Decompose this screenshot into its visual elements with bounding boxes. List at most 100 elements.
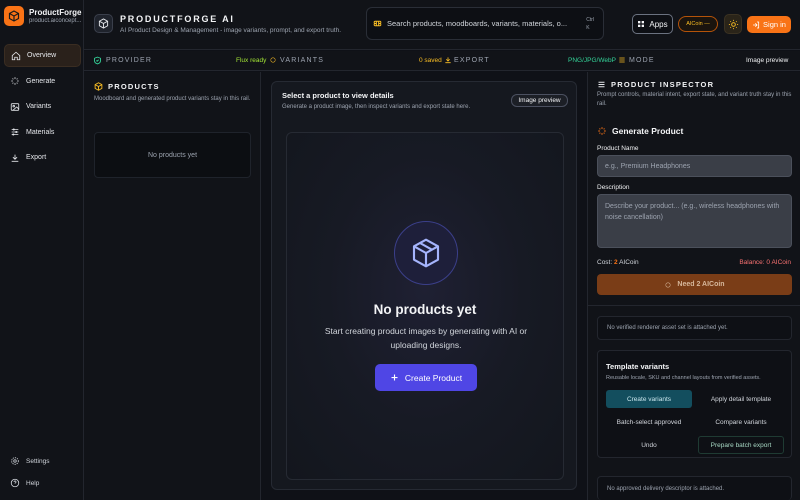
box-icon xyxy=(394,221,458,285)
status-provider-value: Flux ready xyxy=(236,57,267,64)
sliders-icon xyxy=(11,128,19,136)
logo-icon xyxy=(4,6,24,26)
shield-check-icon xyxy=(94,56,101,65)
prepare-batch-export-button[interactable]: Prepare batch export xyxy=(698,436,784,454)
download-icon xyxy=(445,57,451,64)
sliders-icon xyxy=(598,81,605,88)
header: PRODUCTFORGE AI AI Product Design & Mana… xyxy=(84,0,800,50)
sidebar-item-variants[interactable]: Variants xyxy=(4,95,81,118)
template-variants-title: Template variants xyxy=(606,362,670,371)
sidebar-item-overview[interactable]: Overview xyxy=(4,44,81,67)
grid-icon xyxy=(638,21,645,27)
cost-suffix: AICoin xyxy=(619,259,639,266)
theme-toggle-button[interactable] xyxy=(724,14,742,34)
description-label: Description xyxy=(597,184,630,191)
sidebar-item-label: Help xyxy=(26,479,40,487)
product-name-label: Product Name xyxy=(597,145,639,152)
inspector-heading: PRODUCT INSPECTOR xyxy=(597,80,714,89)
status-bar: PROVIDER Flux ready VARIANTS 0 saved EXP… xyxy=(84,51,800,71)
empty-state-description: Start creating product images by generat… xyxy=(324,326,528,350)
sign-in-label: Sign in xyxy=(763,20,786,29)
products-empty-state: No products yet xyxy=(94,132,251,178)
sidebar-item-generate[interactable]: Generate xyxy=(4,70,81,93)
brand-name: ProductForge xyxy=(29,8,82,17)
sidebar-item-label: Settings xyxy=(26,457,50,465)
shortcut-hint: Ctrl K xyxy=(586,16,594,32)
status-mode-value: Image preview xyxy=(746,57,789,64)
app-title: PRODUCTFORGE AI xyxy=(120,14,235,24)
sidebar-nav: Overview Generate Variants Materials Exp… xyxy=(4,44,81,172)
search-input[interactable]: Search products, moodboards, variants, m… xyxy=(366,7,604,40)
sidebar-item-label: Generate xyxy=(26,77,56,85)
products-title: PRODUCTS xyxy=(108,82,160,91)
detail-title: Select a product to view details xyxy=(282,91,394,100)
products-panel: PRODUCTS Moodboard and generated product… xyxy=(84,72,261,500)
box-icon xyxy=(94,82,103,91)
sign-in-button[interactable]: Sign in xyxy=(747,16,791,33)
apply-detail-template-button[interactable]: Apply detail template xyxy=(698,390,784,408)
products-description: Moodboard and generated product variants… xyxy=(94,96,251,102)
aicoin-balance-pill[interactable]: AICoin — xyxy=(678,16,718,32)
shortcut-key-k: K xyxy=(586,25,590,31)
sidebar-bottom: Settings Help xyxy=(4,452,81,496)
status-export-value: PNG/JPG/WebP xyxy=(568,57,616,64)
create-product-button[interactable]: Create Product xyxy=(375,364,477,391)
status-export-key: EXPORT xyxy=(454,57,490,64)
create-variants-button[interactable]: Create variants xyxy=(606,390,692,408)
sidebar-item-export[interactable]: Export xyxy=(4,146,81,169)
product-name-field[interactable]: e.g., Premium Headphones xyxy=(597,155,792,177)
sparkles-icon xyxy=(665,281,672,288)
renderer-asset-note: No verified renderer asset set is attach… xyxy=(597,316,792,340)
generate-product-heading: Generate Product xyxy=(597,126,683,136)
apps-label: Apps xyxy=(649,19,668,29)
shortcut-key-ctrl: Ctrl xyxy=(586,17,594,23)
template-variants-subtitle: Reusable locale, SKU and channel layouts… xyxy=(606,375,761,381)
app-subtitle: AI Product Design & Management - image v… xyxy=(120,27,342,34)
cost-value: 2 xyxy=(613,259,618,266)
need-aicoin-label: Need 2 AICoin xyxy=(677,281,725,288)
template-variants-card: Template variants Reusable locale, SKU a… xyxy=(597,350,792,458)
sparkles-icon xyxy=(270,57,276,63)
generate-product-title: Generate Product xyxy=(612,126,684,136)
cost-prefix: Cost: xyxy=(597,259,613,266)
gear-icon xyxy=(11,457,19,465)
sliders-icon xyxy=(619,57,625,63)
apps-button[interactable]: Apps xyxy=(632,14,673,34)
help-icon xyxy=(10,478,20,488)
delivery-descriptor-note: No approved delivery descriptor is attac… xyxy=(597,476,792,500)
command-icon xyxy=(373,20,382,27)
sidebar-item-label: Overview xyxy=(27,52,57,59)
image-preview-button[interactable]: Image preview xyxy=(511,94,568,107)
sidebar-item-label: Variants xyxy=(26,103,52,110)
empty-state-title: No products yet xyxy=(373,302,477,317)
batch-select-approved-button[interactable]: Batch-select approved xyxy=(606,413,692,431)
box-icon xyxy=(94,14,113,33)
sidebar-item-materials[interactable]: Materials xyxy=(4,121,81,144)
create-product-label: Create Product xyxy=(404,372,463,383)
sidebar-item-help[interactable]: Help xyxy=(4,474,81,492)
compare-variants-button[interactable]: Compare variants xyxy=(698,413,784,431)
cost-text: Cost: 2 AICoin xyxy=(597,259,639,266)
product-detail-panel: Select a product to view details Generat… xyxy=(271,81,577,490)
products-heading: PRODUCTS xyxy=(94,82,160,91)
image-icon xyxy=(10,102,20,111)
status-variants-value: 0 saved xyxy=(419,57,442,64)
balance-text: Balance: 0 AICoin xyxy=(739,259,791,266)
sidebar-item-label: Export xyxy=(26,154,47,161)
search-placeholder: Search products, moodboards, variants, m… xyxy=(387,19,568,28)
product-inspector-panel: PRODUCT INSPECTOR Prompt controls, mater… xyxy=(587,72,800,500)
sidebar: ProductForge product.aiconcept... Overvi… xyxy=(0,0,84,500)
brand-url: product.aiconcept... xyxy=(29,18,81,24)
sun-icon xyxy=(728,19,738,29)
need-aicoin-button[interactable]: Need 2 AICoin xyxy=(597,274,792,295)
inspector-title: PRODUCT INSPECTOR xyxy=(611,80,715,89)
status-variants-key: VARIANTS xyxy=(280,57,325,64)
brand[interactable]: ProductForge product.aiconcept... xyxy=(4,6,81,26)
sidebar-item-label: Materials xyxy=(26,128,55,136)
sidebar-item-settings[interactable]: Settings xyxy=(4,452,81,470)
sign-in-icon xyxy=(753,21,760,28)
plus-icon xyxy=(391,374,398,381)
undo-button[interactable]: Undo xyxy=(606,436,692,454)
description-field[interactable]: Describe your product... (e.g., wireless… xyxy=(597,194,792,248)
inspector-description: Prompt controls, material intent, export… xyxy=(597,92,792,107)
